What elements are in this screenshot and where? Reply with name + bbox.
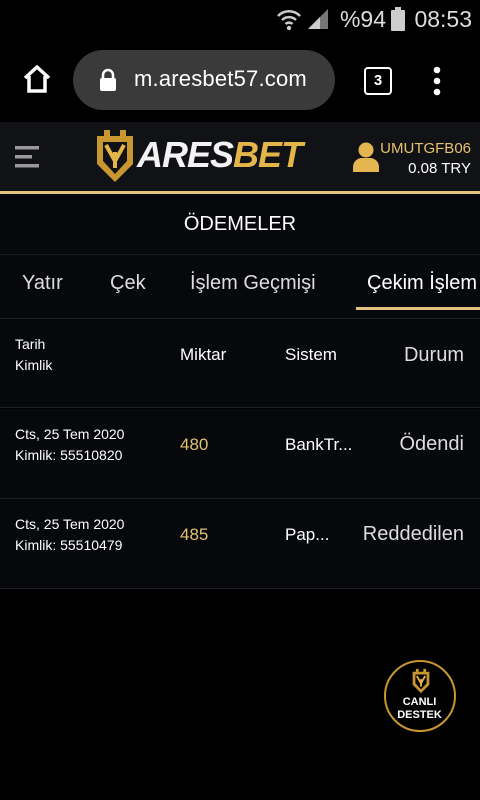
home-icon[interactable] (22, 64, 52, 94)
tab-withdraw[interactable]: Çek (110, 272, 146, 295)
column-header-status: Durum (403, 344, 464, 366)
user-avatar-icon[interactable] (353, 142, 379, 172)
account-balance: 0.08 TRY (408, 160, 471, 177)
tab-deposit[interactable]: Yatır (22, 272, 63, 295)
live-support-button[interactable]: CANLI DESTEK (384, 660, 456, 732)
table-header: Tarih Kimlik Miktar Sistem Durum (0, 319, 480, 408)
tab-withdrawal-transactions[interactable]: Çekim İşlem (367, 272, 477, 295)
site-header: ARESBET UMUTGFB06 0.08 TRY (0, 122, 480, 191)
row-amount: 485 (180, 525, 209, 544)
more-options-icon[interactable] (432, 66, 442, 96)
row-date: Cts, 25 Tem 2020 (15, 426, 125, 442)
signal-icon (308, 9, 328, 29)
username[interactable]: UMUTGFB06 (380, 140, 471, 157)
tab-switcher-button[interactable]: 3 (364, 67, 392, 95)
browser-toolbar: m.aresbet57.com 3 (0, 40, 480, 122)
active-tab-indicator (356, 307, 480, 310)
brand-text-ares: ARES (137, 134, 234, 175)
row-id: Kimlik: 55510820 (15, 447, 123, 463)
row-status: Ödendi (399, 433, 465, 455)
row-id: Kimlik: 55510479 (15, 537, 123, 553)
page-title-bar: ÖDEMELER (0, 194, 480, 255)
battery-percentage: %94 (339, 6, 386, 32)
row-date: Cts, 25 Tem 2020 (15, 516, 125, 532)
row-status: Reddedilen (362, 523, 464, 545)
battery-icon (391, 7, 405, 31)
row-system: Pap... (285, 525, 330, 544)
row-amount: 480 (180, 435, 209, 454)
clock: 08:53 (414, 6, 472, 32)
column-header-id: Kimlik (15, 357, 53, 373)
table-row[interactable]: Cts, 25 Tem 2020 Kimlik: 55510820 480 Ba… (0, 409, 480, 499)
hamburger-menu-icon[interactable] (15, 146, 39, 168)
column-header-system: Sistem (285, 345, 337, 364)
column-header-date: Tarih (15, 336, 46, 352)
live-support-label-line1: CANLI (402, 696, 437, 708)
status-bar: %94 08:53 (0, 0, 480, 40)
payment-tabs: Yatır Çek İşlem Geçmişi Çekim İşlem (0, 255, 480, 319)
url-text[interactable]: m.aresbet57.com (134, 66, 307, 92)
brand-logo[interactable]: ARESBET (137, 134, 303, 176)
brand-text-bet: BET (233, 134, 303, 175)
wifi-icon (277, 9, 301, 31)
page-title: ÖDEMELER (183, 213, 297, 235)
column-header-amount: Miktar (180, 345, 227, 364)
aresbet-logo-icon (412, 668, 430, 694)
lock-icon (100, 68, 116, 91)
tab-transaction-history[interactable]: İşlem Geçmişi (190, 272, 316, 295)
live-support-label-line2: DESTEK (397, 709, 442, 721)
aresbet-logo-icon[interactable] (95, 128, 135, 184)
table-row[interactable]: Cts, 25 Tem 2020 Kimlik: 55510479 485 Pa… (0, 499, 480, 589)
row-system: BankTr... (285, 435, 353, 454)
